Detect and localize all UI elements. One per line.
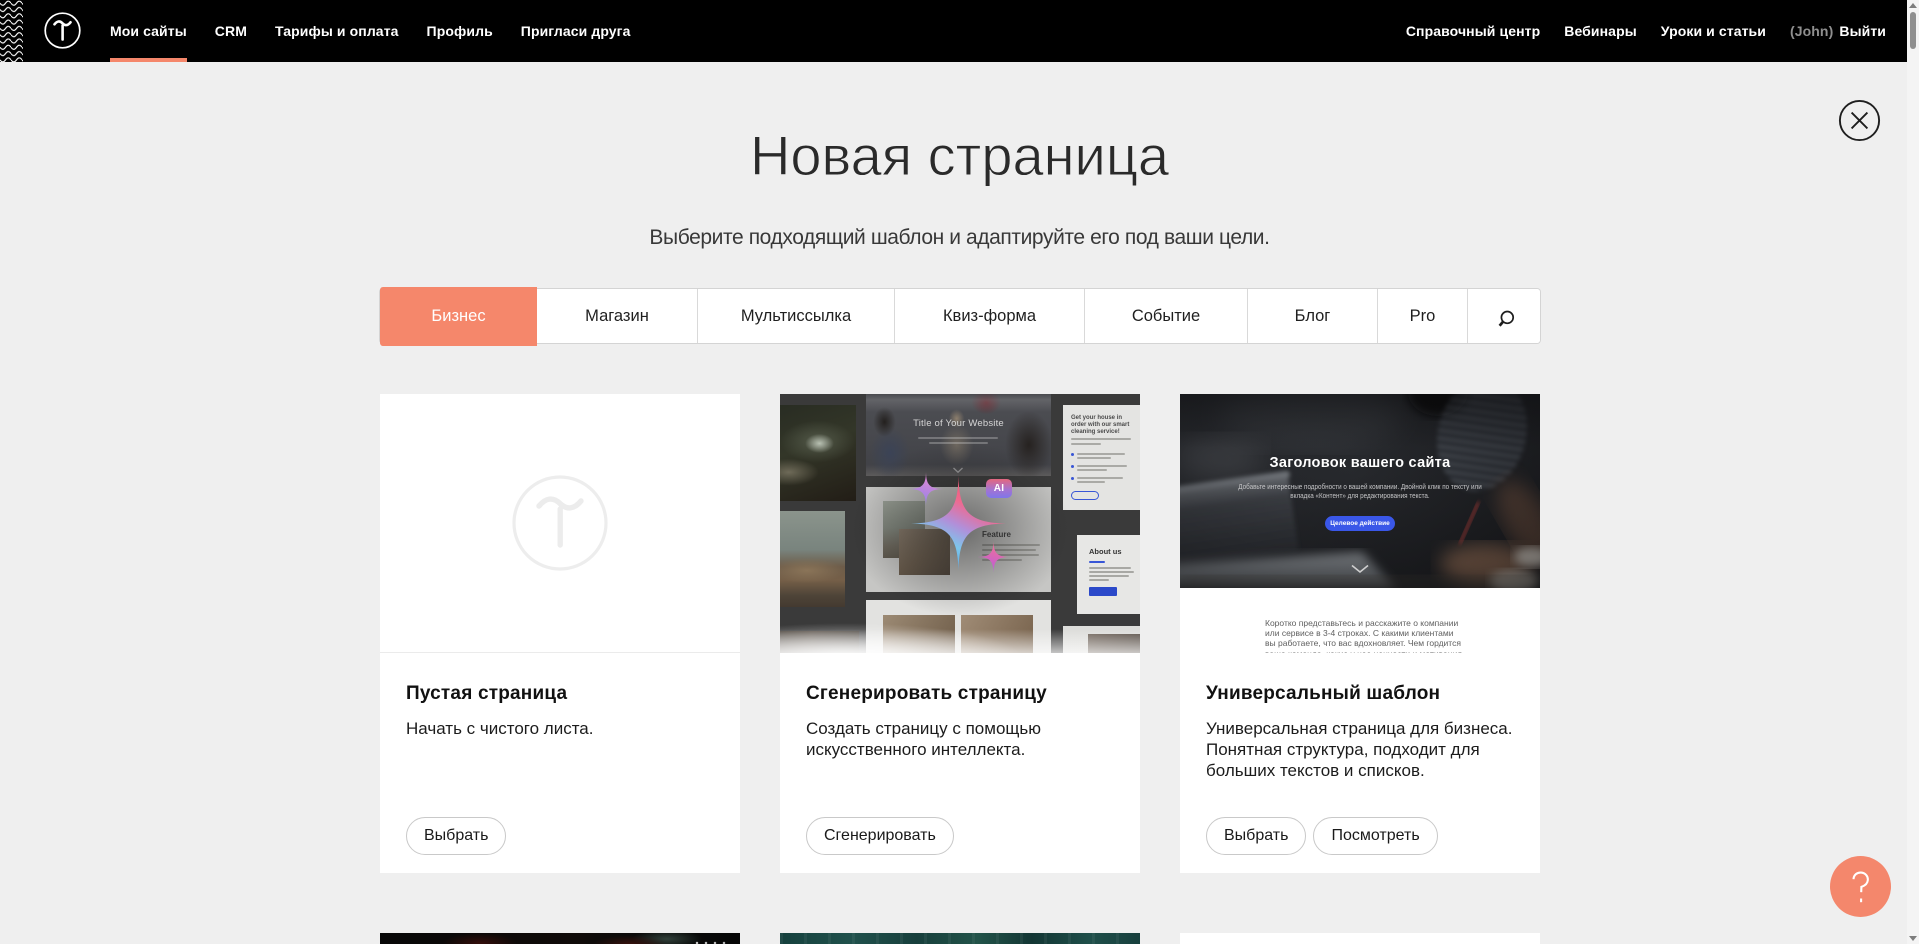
text-line-placeholder [1089, 561, 1105, 563]
tilda-ghost-logo [512, 475, 608, 571]
card-row2-3 [1180, 933, 1540, 944]
card-universal-template: Заголовок вашего сайта Добавьте интересн… [1180, 394, 1540, 873]
chevron-down-icon [1350, 564, 1370, 574]
nav-user-logout: (John) Выйти [1790, 0, 1886, 62]
thumb-cleaning-heading: Get your house in order with our smart c… [1071, 415, 1133, 436]
text-line-placeholder [1089, 579, 1109, 581]
hero-subtitle: Добавьте интересные подробности о вашей … [1234, 482, 1486, 501]
nav-my-sites[interactable]: Мои сайты [110, 0, 187, 62]
main-menu: Мои сайты CRM Тарифы и оплата Профиль Пр… [110, 0, 631, 62]
user-name: (John) [1790, 23, 1833, 39]
text-line-placeholder [1077, 457, 1111, 459]
card-row2-1 [380, 933, 740, 944]
question-icon [1830, 856, 1891, 917]
secondary-menu: Справочный центр Вебинары Уроки и статьи… [1406, 0, 1886, 62]
card-row2-2 [780, 933, 1140, 944]
search-icon [1493, 305, 1515, 327]
hero-title: Заголовок вашего сайта [1180, 455, 1540, 471]
tab-blog[interactable]: Блог [1248, 289, 1378, 343]
search-tab[interactable] [1468, 289, 1540, 343]
tilda-logo-icon [44, 12, 81, 49]
text-line-placeholder [1077, 453, 1125, 455]
card-info: Сгенерировать страницу Создать страницу … [780, 653, 1140, 873]
choose-blank-button[interactable]: Выбрать [406, 817, 506, 855]
tilda-waves-pattern [0, 0, 24, 62]
card-description: Начать с чистого листа. [406, 718, 706, 739]
template-hero: Заголовок вашего сайта Добавьте интересн… [1180, 394, 1540, 588]
generate-button[interactable]: Сгенерировать [806, 817, 954, 855]
logout-link[interactable]: Выйти [1839, 23, 1886, 39]
scrollbar-thumb[interactable] [1910, 12, 1916, 49]
card-description: Универсальная страница для бизнеса. Поня… [1206, 718, 1514, 781]
thumb-about-heading: About us [1089, 547, 1140, 556]
nav-webinars[interactable]: Вебинары [1564, 0, 1637, 62]
collage-fade [780, 619, 1140, 653]
page: Мои сайты CRM Тарифы и оплата Профиль Пр… [0, 0, 1919, 944]
card-blank-page: Пустая страница Начать с чистого листа. … [380, 394, 740, 873]
scrollbar-up-arrow[interactable] [1909, 3, 1917, 8]
card-actions: Сгенерировать [806, 817, 954, 855]
row2-preview-dark[interactable] [380, 933, 740, 944]
template-about-text: Коротко представьтесь и расскажите о ком… [1265, 618, 1462, 653]
preview-universal-button[interactable]: Посмотреть [1313, 817, 1437, 855]
nav-tariffs[interactable]: Тарифы и оплата [275, 0, 399, 62]
text-line-placeholder [1077, 477, 1123, 479]
ai-preview[interactable]: Title of Your Website Feature [780, 394, 1140, 653]
tab-event[interactable]: Событие [1085, 289, 1248, 343]
tab-quiz[interactable]: Квиз-форма [895, 289, 1085, 343]
nav-crm[interactable]: CRM [215, 0, 247, 62]
close-icon [1838, 99, 1881, 142]
tab-multilink[interactable]: Мультиссылка [698, 289, 895, 343]
text-line-placeholder [1089, 571, 1134, 573]
text-line-placeholder [1077, 465, 1127, 467]
choose-universal-button[interactable]: Выбрать [1206, 817, 1306, 855]
card-actions: Выбрать [406, 817, 506, 855]
row2-preview-white[interactable] [1180, 933, 1540, 944]
nav-lessons[interactable]: Уроки и статьи [1661, 0, 1766, 62]
card-title: Пустая страница [406, 653, 714, 705]
text-line-placeholder [1089, 567, 1131, 569]
scrollbar[interactable] [1907, 0, 1919, 944]
nav-help-center[interactable]: Справочный центр [1406, 0, 1540, 62]
text-line-placeholder [1089, 575, 1129, 577]
nav-invite-friend[interactable]: Пригласи друга [521, 0, 631, 62]
top-navbar: Мои сайты CRM Тарифы и оплата Профиль Пр… [0, 0, 1919, 62]
ai-badge: AI [986, 479, 1012, 498]
tab-business[interactable]: Бизнес [380, 287, 537, 346]
thumb-about-site: About us [1077, 535, 1140, 614]
thumb-decor: Title of Your Website [866, 418, 1051, 429]
card-description: Создать страницу с помощью искусственног… [806, 718, 1056, 760]
scrollbar-down-arrow[interactable] [1909, 936, 1917, 941]
text-line-placeholder [1071, 438, 1131, 440]
tilda-logo[interactable] [44, 12, 81, 49]
card-title: Универсальный шаблон [1206, 653, 1514, 705]
help-button[interactable] [1830, 856, 1891, 917]
universal-preview[interactable]: Заголовок вашего сайта Добавьте интересн… [1180, 394, 1540, 653]
page-subtitle: Выберите подходящий шаблон и адаптируйте… [0, 226, 1919, 250]
template-category-tabs: Бизнес Магазин Мультиссылка Квиз-форма С… [380, 289, 1540, 343]
row2-preview-teal[interactable] [780, 933, 1140, 944]
text-line-placeholder [1077, 481, 1105, 483]
nav-profile[interactable]: Профиль [427, 0, 493, 62]
tab-shop[interactable]: Магазин [537, 289, 698, 343]
card-info: Пустая страница Начать с чистого листа. … [380, 653, 740, 873]
close-button[interactable] [1838, 99, 1881, 142]
thumb-decor [1089, 587, 1117, 596]
card-title: Сгенерировать страницу [806, 653, 1114, 705]
thumb-interior-photo [780, 511, 845, 607]
tab-pro[interactable]: Pro [1378, 289, 1468, 343]
hero-cta-button: Целевое действие [1325, 516, 1395, 531]
card-generate-page: Title of Your Website Feature [780, 394, 1140, 873]
blank-preview[interactable] [380, 394, 740, 653]
page-title: Новая страница [0, 123, 1919, 188]
text-line-placeholder [1077, 469, 1107, 471]
card-actions: Выбрать Посмотреть [1206, 817, 1438, 855]
card-info: Универсальный шаблон Универсальная стран… [1180, 653, 1540, 873]
